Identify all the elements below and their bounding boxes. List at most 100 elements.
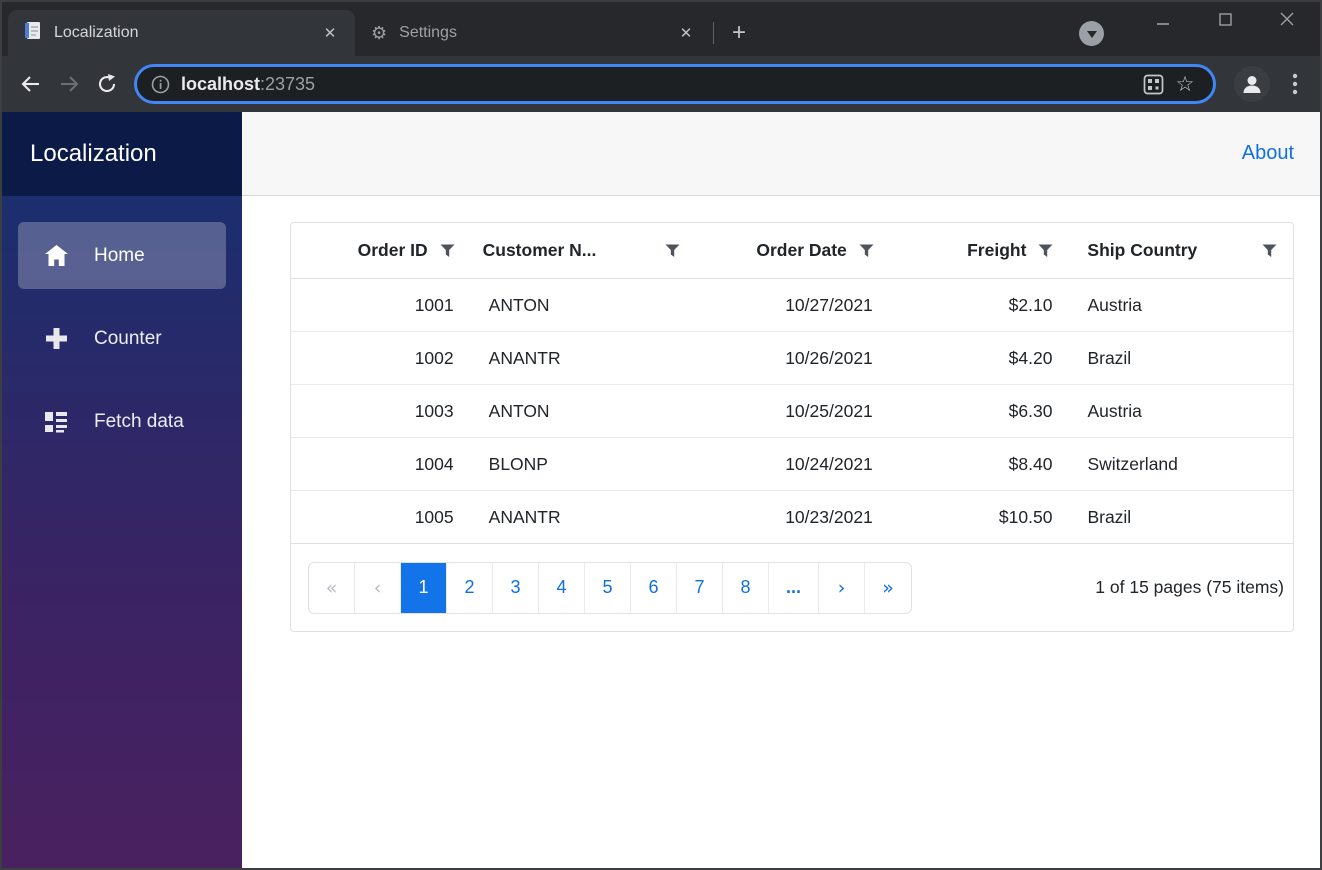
grid-header-row: Order ID Customer N... Order Date Freigh… bbox=[291, 223, 1293, 278]
pager-last-button[interactable]: » bbox=[865, 563, 911, 613]
plus-icon bbox=[42, 327, 70, 350]
tab-title: Localization bbox=[54, 24, 139, 41]
pager-ellipsis-button[interactable]: ... bbox=[769, 562, 819, 613]
page: Localization Home Counter Fetch data Abo… bbox=[2, 112, 1320, 868]
chevron-down-icon bbox=[1086, 31, 1097, 38]
sidebar-item-label: Counter bbox=[94, 327, 162, 349]
cell-order-id: 1002 bbox=[414, 347, 454, 368]
pager-page-button[interactable]: 8 bbox=[723, 562, 769, 613]
app-title: Localization bbox=[30, 140, 157, 167]
main-area: About Order ID Customer N... Order Date … bbox=[242, 112, 1320, 868]
cell-order-id: 1005 bbox=[414, 506, 454, 527]
filter-icon[interactable] bbox=[1038, 244, 1053, 258]
bookmark-star-icon[interactable]: ☆ bbox=[1169, 68, 1201, 100]
sidebar-item-label: Home bbox=[94, 244, 145, 266]
tab-search-button[interactable] bbox=[1079, 21, 1104, 46]
cell-ship-country: Brazil bbox=[1087, 506, 1132, 527]
reload-button[interactable] bbox=[88, 65, 126, 103]
cell-customer: ANTON bbox=[488, 400, 550, 421]
table-row[interactable]: 1004 BLONP 10/24/2021 $8.40 Switzerland bbox=[291, 437, 1293, 490]
column-title: Customer N... bbox=[482, 240, 597, 260]
filter-icon[interactable] bbox=[665, 244, 680, 258]
top-row: About bbox=[242, 112, 1320, 196]
minimize-button[interactable] bbox=[1132, 4, 1194, 34]
pager-page-button[interactable]: 7 bbox=[677, 562, 723, 613]
tab-divider bbox=[713, 22, 714, 44]
cell-order-date: 10/27/2021 bbox=[785, 294, 873, 315]
column-title: Freight bbox=[967, 240, 1027, 260]
column-title: Order Date bbox=[756, 240, 847, 260]
url-port: :23735 bbox=[260, 73, 316, 94]
gear-favicon-icon: ⚙ bbox=[371, 22, 388, 44]
cell-order-date: 10/26/2021 bbox=[785, 347, 873, 368]
cell-freight: $8.40 bbox=[1008, 453, 1053, 474]
cell-freight: $6.30 bbox=[1008, 400, 1053, 421]
nav-menu: Home Counter Fetch data bbox=[2, 196, 242, 868]
pager-page-button[interactable]: 4 bbox=[539, 562, 585, 613]
new-tab-button[interactable]: + bbox=[722, 16, 756, 50]
table-row[interactable]: 1003 ANTON 10/25/2021 $6.30 Austria bbox=[291, 384, 1293, 437]
tab-close-icon[interactable]: ✕ bbox=[319, 22, 341, 44]
table-row[interactable]: 1002 ANANTR 10/26/2021 $4.20 Brazil bbox=[291, 331, 1293, 384]
column-header-order-date[interactable]: Order Date bbox=[702, 223, 888, 278]
cell-ship-country: Brazil bbox=[1087, 347, 1132, 368]
brand-row: Localization bbox=[2, 112, 242, 196]
pager-next-button[interactable]: › bbox=[819, 562, 865, 613]
tab-title: Settings bbox=[399, 24, 457, 41]
tab-settings[interactable]: ⚙ Settings ✕ bbox=[355, 10, 711, 56]
pager-page-button[interactable]: 2 bbox=[447, 562, 493, 613]
address-bar[interactable]: localhost:23735 ☆ bbox=[134, 64, 1216, 104]
pager-page-button[interactable]: 1 bbox=[401, 562, 447, 613]
cell-order-id: 1001 bbox=[414, 294, 454, 315]
qr-code-icon[interactable] bbox=[1137, 68, 1169, 100]
pager-info: 1 of 15 pages (75 items) bbox=[1095, 577, 1284, 597]
filter-icon[interactable] bbox=[440, 244, 455, 258]
table-row[interactable]: 1005 ANANTR 10/23/2021 $10.50 Brazil bbox=[291, 490, 1293, 543]
cell-customer: ANANTR bbox=[488, 347, 561, 368]
pager-prev-button[interactable]: ‹ bbox=[355, 562, 401, 613]
tab-localization[interactable]: Localization ✕ bbox=[8, 10, 355, 56]
cell-order-date: 10/23/2021 bbox=[785, 506, 873, 527]
list-icon bbox=[42, 411, 70, 433]
table-row[interactable]: 1001 ANTON 10/27/2021 $2.10 Austria bbox=[291, 278, 1293, 331]
cell-customer: ANANTR bbox=[488, 506, 561, 527]
cell-order-id: 1004 bbox=[414, 453, 454, 474]
sidebar-item-home[interactable]: Home bbox=[18, 222, 226, 289]
sidebar-item-counter[interactable]: Counter bbox=[18, 305, 226, 372]
tab-close-icon[interactable]: ✕ bbox=[675, 22, 697, 44]
document-favicon-icon bbox=[24, 21, 42, 46]
cell-customer: BLONP bbox=[488, 453, 548, 474]
cell-order-id: 1003 bbox=[414, 400, 454, 421]
url-text[interactable]: localhost:23735 bbox=[181, 74, 1137, 95]
cell-freight: $10.50 bbox=[998, 506, 1053, 527]
cell-ship-country: Austria bbox=[1087, 294, 1142, 315]
filter-icon[interactable] bbox=[859, 244, 874, 258]
column-header-order-id[interactable]: Order ID bbox=[291, 223, 469, 278]
pager-page-button[interactable]: 3 bbox=[493, 562, 539, 613]
grid-pager-row: « ‹ 1 2 3 4 5 6 7 8 ... › » 1 of 15 page… bbox=[291, 543, 1293, 631]
column-title: Order ID bbox=[357, 240, 428, 260]
window-controls bbox=[1132, 4, 1318, 34]
cell-customer: ANTON bbox=[488, 294, 550, 315]
pager-page-button[interactable]: 5 bbox=[585, 562, 631, 613]
home-icon bbox=[42, 244, 70, 267]
profile-avatar[interactable] bbox=[1234, 66, 1270, 102]
about-link[interactable]: About bbox=[1242, 142, 1294, 165]
pager-page-button[interactable]: 6 bbox=[631, 562, 677, 613]
cell-ship-country: Austria bbox=[1087, 400, 1142, 421]
column-header-ship-country[interactable]: Ship Country bbox=[1067, 223, 1293, 278]
site-info-icon[interactable] bbox=[147, 71, 173, 97]
sidebar-item-fetch-data[interactable]: Fetch data bbox=[18, 388, 226, 455]
maximize-button[interactable] bbox=[1194, 4, 1256, 34]
back-button[interactable] bbox=[12, 65, 50, 103]
column-header-customer-name[interactable]: Customer N... bbox=[469, 223, 703, 278]
pager-first-button[interactable]: « bbox=[309, 562, 355, 613]
column-header-freight[interactable]: Freight bbox=[888, 223, 1068, 278]
forward-button[interactable] bbox=[50, 65, 88, 103]
browser-menu-icon[interactable] bbox=[1278, 67, 1312, 101]
close-window-button[interactable] bbox=[1256, 4, 1318, 34]
url-host: localhost bbox=[181, 73, 261, 94]
filter-icon[interactable] bbox=[1262, 244, 1277, 258]
cell-freight: $4.20 bbox=[1008, 347, 1053, 368]
orders-grid: Order ID Customer N... Order Date Freigh… bbox=[290, 222, 1294, 632]
